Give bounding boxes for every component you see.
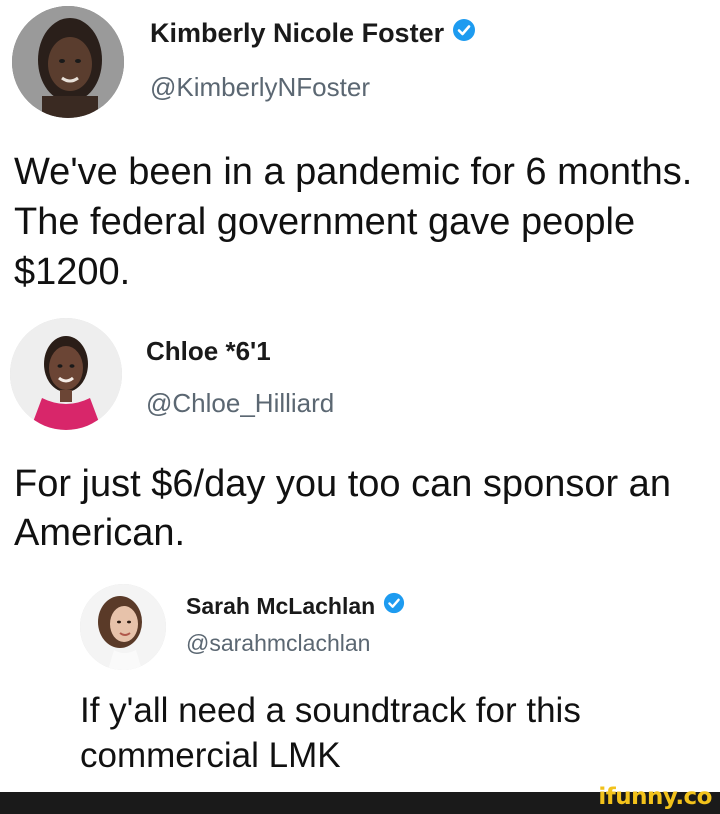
avatar-image [12, 6, 124, 118]
footer-bar: ifunny.co [0, 784, 720, 814]
author-name[interactable]: Kimberly Nicole Foster [150, 18, 476, 49]
ifunny-watermark: ifunny.co [598, 784, 712, 810]
tweet-text: If y'all need a soundtrack for this comm… [80, 691, 581, 776]
author-name[interactable]: Chloe *6'1 [146, 336, 271, 367]
author-name[interactable]: Sarah McLachlan [186, 592, 405, 620]
avatar-chloe[interactable] [10, 318, 122, 430]
author-name-text: Kimberly Nicole Foster [150, 18, 445, 48]
tweet-text: We've been in a pandemic for 6 months. T… [14, 151, 693, 293]
tweet-text: For just $6/day you too can sponsor an A… [14, 463, 671, 555]
author-name-text: Chloe *6'1 [146, 336, 271, 366]
author-handle[interactable]: @Chloe_Hilliard [146, 388, 334, 419]
author-handle[interactable]: @KimberlyNFoster [150, 72, 370, 103]
author-handle[interactable]: @sarahmclachlan [186, 630, 370, 657]
verified-badge-icon [383, 592, 405, 620]
author-name-text: Sarah McLachlan [186, 592, 376, 619]
avatar-sarah[interactable] [80, 584, 166, 670]
avatar-image [80, 584, 166, 670]
avatar-kimberly[interactable] [12, 6, 124, 118]
avatar-image [10, 318, 122, 430]
verified-badge-icon [452, 18, 476, 49]
